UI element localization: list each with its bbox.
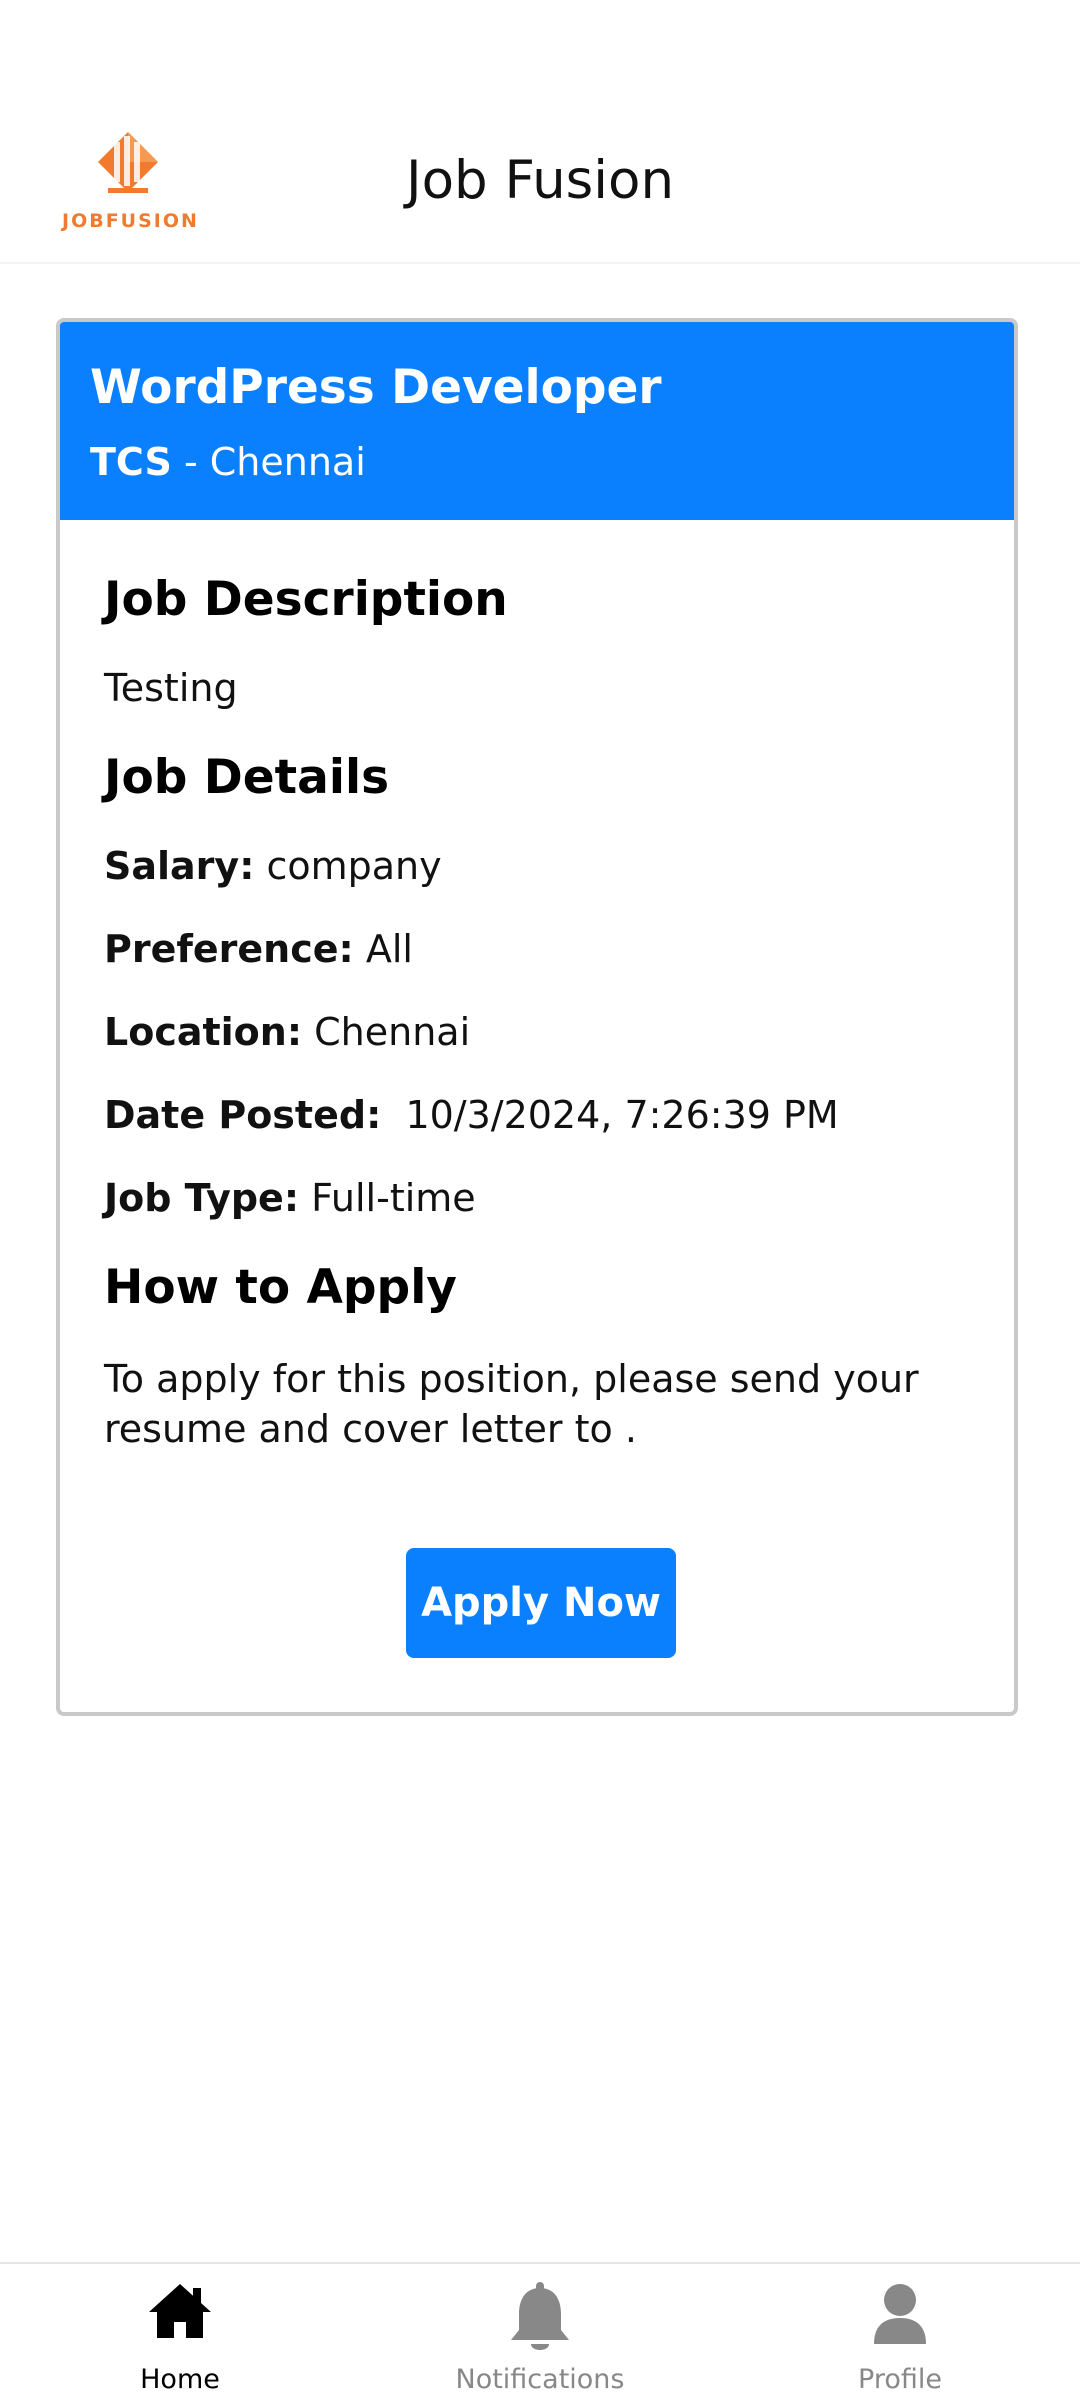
detail-label: Date Posted: bbox=[104, 1093, 382, 1137]
detail-value: Chennai bbox=[314, 1010, 471, 1054]
job-title: WordPress Developer bbox=[90, 360, 662, 415]
user-icon bbox=[870, 2282, 930, 2350]
description-text: Testing bbox=[104, 666, 238, 710]
detail-value: 10/3/2024, 7:26:39 PM bbox=[393, 1093, 839, 1137]
nav-label: Home bbox=[140, 2364, 220, 2395]
apply-now-button[interactable]: Apply Now bbox=[406, 1548, 676, 1658]
job-card-header: WordPress Developer TCS - Chennai bbox=[60, 322, 1014, 520]
logo-text: JOBFUSION bbox=[62, 210, 199, 232]
company-name: TCS bbox=[90, 440, 172, 484]
nav-notifications[interactable]: Notifications bbox=[360, 2264, 720, 2400]
detail-value: Full-time bbox=[311, 1176, 476, 1220]
nav-label: Notifications bbox=[455, 2364, 625, 2395]
bottom-navigation: Home Notifications Profile bbox=[0, 2262, 1080, 2400]
details-heading: Job Details bbox=[104, 750, 390, 805]
detail-value: All bbox=[365, 927, 413, 971]
description-heading: Job Description bbox=[104, 572, 508, 627]
detail-date-posted: Date Posted: 10/3/2024, 7:26:39 PM bbox=[104, 1093, 839, 1137]
home-icon bbox=[147, 2282, 213, 2344]
company-separator: - bbox=[171, 440, 210, 484]
company-location-line: TCS - Chennai bbox=[90, 440, 366, 484]
how-to-apply-heading: How to Apply bbox=[104, 1260, 457, 1315]
detail-label: Salary: bbox=[104, 844, 255, 888]
detail-value: company bbox=[266, 844, 442, 888]
detail-job-type: Job Type: Full-time bbox=[104, 1176, 476, 1220]
nav-label: Profile bbox=[858, 2364, 942, 2395]
nav-profile[interactable]: Profile bbox=[720, 2264, 1080, 2400]
detail-location: Location: Chennai bbox=[104, 1010, 470, 1054]
detail-salary: Salary: company bbox=[104, 844, 442, 888]
how-to-apply-text: To apply for this position, please send … bbox=[104, 1357, 919, 1451]
page-title: Job Fusion bbox=[405, 150, 675, 211]
detail-label: Job Type: bbox=[104, 1176, 300, 1220]
nav-home[interactable]: Home bbox=[0, 2264, 360, 2400]
job-location: Chennai bbox=[209, 440, 366, 484]
bell-icon bbox=[507, 2282, 573, 2358]
job-card: WordPress Developer TCS - Chennai Job De… bbox=[56, 318, 1018, 1716]
detail-preference: Preference: All bbox=[104, 927, 413, 971]
detail-label: Preference: bbox=[104, 927, 354, 971]
detail-label: Location: bbox=[104, 1010, 303, 1054]
app-header: JOBFUSION Job Fusion bbox=[0, 0, 1080, 264]
